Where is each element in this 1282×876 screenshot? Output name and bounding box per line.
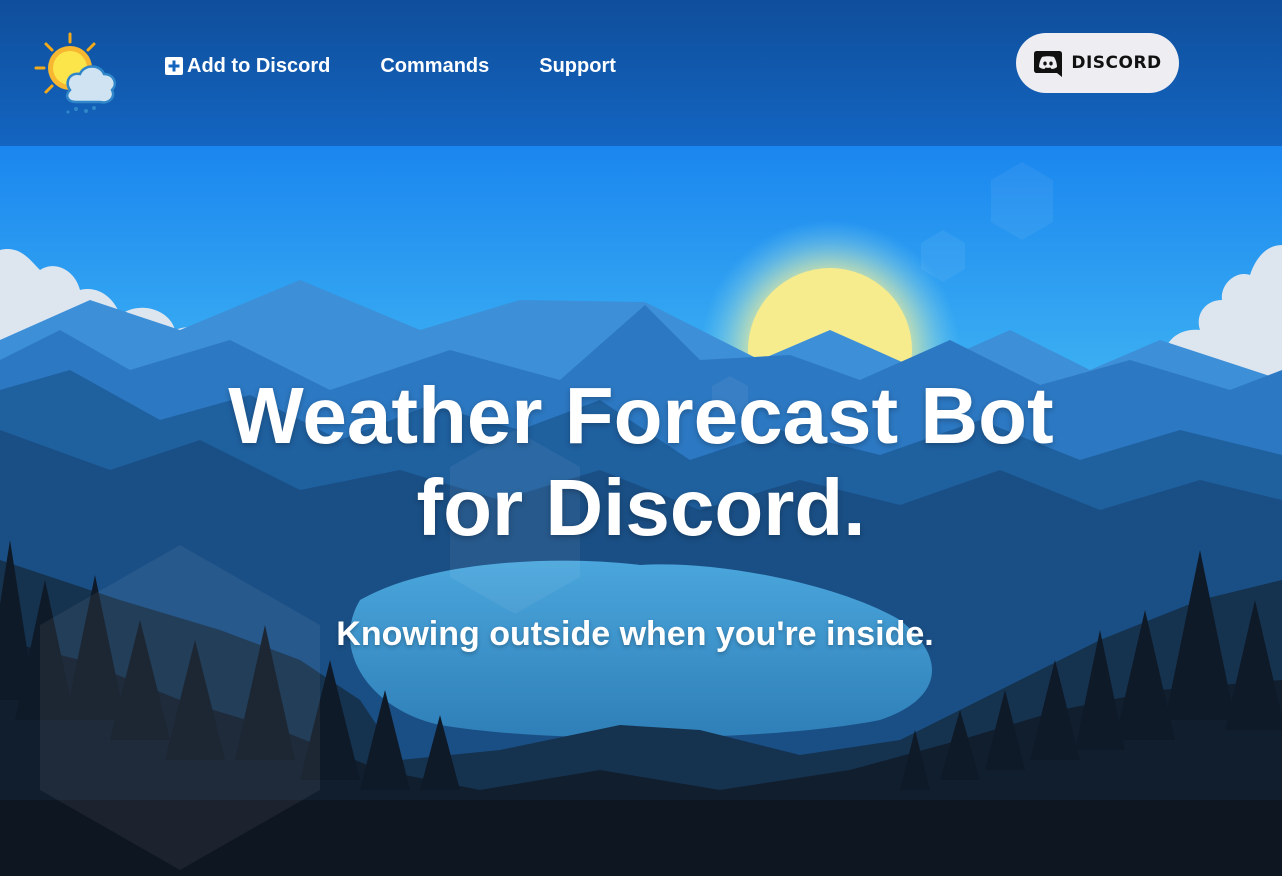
- commands-label: Commands: [380, 55, 490, 77]
- support-link[interactable]: Support: [539, 53, 616, 79]
- discord-button-label: DISCORD: [1071, 53, 1162, 73]
- nav-links: Add to Discord Commands Support: [165, 53, 616, 79]
- top-navbar: Add to Discord Commands Support DISCORD: [0, 0, 1282, 146]
- plus-square-icon: [165, 57, 183, 75]
- add-to-discord-label: Add to Discord: [187, 55, 331, 77]
- hero-title-line-1: Weather Forecast Bot: [228, 371, 1054, 460]
- hero-tagline: Knowing outside when you're inside.: [336, 615, 934, 653]
- discord-button[interactable]: DISCORD: [1016, 33, 1179, 93]
- add-to-discord-link[interactable]: Add to Discord: [165, 53, 330, 79]
- sun-cloud-rain-logo-icon[interactable]: [34, 32, 118, 116]
- hero-title: Weather Forecast Bot for Discord.: [0, 370, 1282, 554]
- discord-logo-icon: [1034, 51, 1063, 77]
- commands-link[interactable]: Commands: [380, 53, 489, 79]
- hero-title-line-2: for Discord.: [416, 463, 866, 552]
- support-label: Support: [539, 55, 616, 77]
